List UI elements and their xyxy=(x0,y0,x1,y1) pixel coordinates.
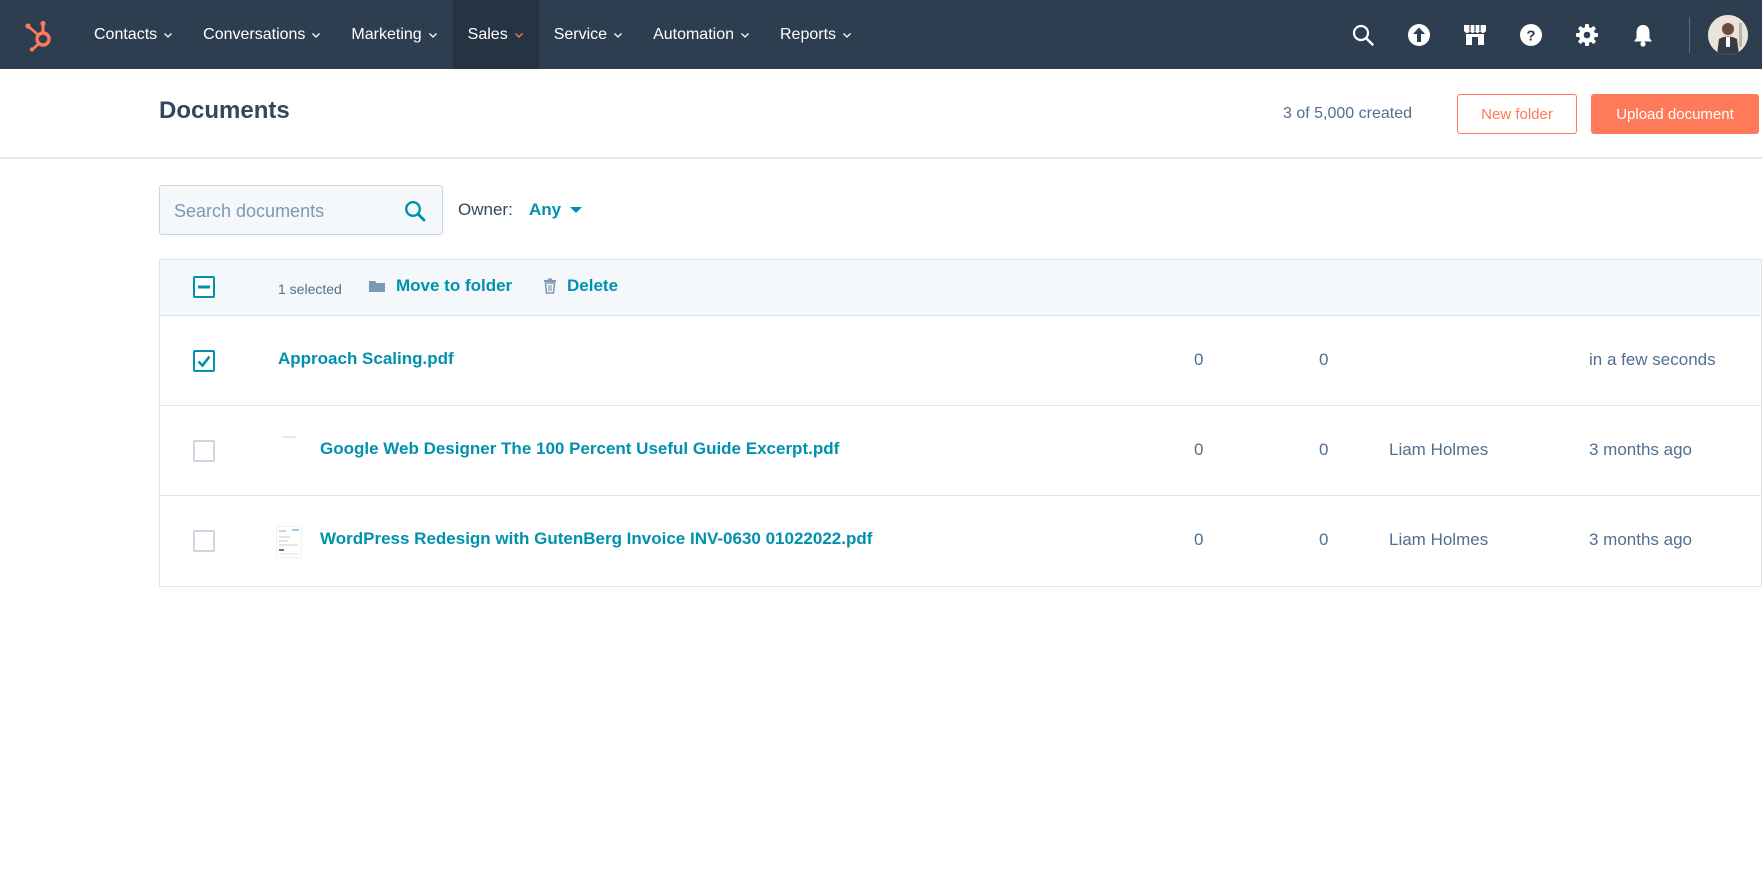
folder-icon xyxy=(369,281,385,292)
minus-icon xyxy=(198,285,210,289)
hubspot-logo-icon[interactable] xyxy=(22,18,56,52)
row-checkbox[interactable] xyxy=(193,350,215,372)
select-all-checkbox[interactable] xyxy=(193,276,215,298)
nav-item-conversations[interactable]: Conversations xyxy=(188,0,336,69)
document-updated: 3 months ago xyxy=(1589,440,1693,459)
chevron-down-icon xyxy=(741,32,749,38)
search-icon[interactable] xyxy=(1335,0,1391,69)
nav-item-automation[interactable]: Automation xyxy=(638,0,765,69)
document-stat-2: 0 xyxy=(1319,530,1329,549)
new-folder-button[interactable]: New folder xyxy=(1457,94,1577,134)
upload-document-button[interactable]: Upload document xyxy=(1591,94,1759,134)
caret-down-icon xyxy=(570,207,583,213)
search-input[interactable] xyxy=(172,196,396,226)
avatar[interactable] xyxy=(1708,14,1748,55)
created-count: 3 of 5,000 created xyxy=(1283,105,1412,122)
search-icon[interactable] xyxy=(404,200,426,222)
nav-item-label: Sales xyxy=(467,25,508,43)
document-owner: Liam Holmes xyxy=(1389,530,1489,549)
help-icon[interactable]: ? xyxy=(1503,0,1559,69)
nav-item-marketing[interactable]: Marketing xyxy=(336,0,452,69)
document-updated: in a few seconds xyxy=(1589,350,1716,369)
delete-button[interactable]: Delete xyxy=(543,276,618,296)
move-to-folder-label: Move to folder xyxy=(396,276,513,295)
checkmark-icon xyxy=(197,355,211,368)
trash-icon xyxy=(544,278,556,294)
owner-filter-label: Owner: xyxy=(458,200,513,219)
nav-item-sales[interactable]: Sales xyxy=(452,0,539,69)
chevron-down-icon xyxy=(312,32,321,38)
row-checkbox[interactable] xyxy=(193,530,215,552)
document-stat-2: 0 xyxy=(1319,350,1329,369)
main-menu: Contacts Conversations Marketing Sales S… xyxy=(79,0,867,69)
document-name-link[interactable]: Google Web Designer The 100 Percent Usef… xyxy=(320,439,839,459)
bulk-actions-bar: 1 selected Move to folder Delete xyxy=(160,260,1761,316)
marketplace-icon[interactable] xyxy=(1447,0,1503,69)
page-title: Documents xyxy=(159,97,290,124)
document-stat-1: 0 xyxy=(1194,440,1204,459)
chevron-down-icon xyxy=(428,32,437,38)
delete-label: Delete xyxy=(567,276,619,295)
nav-item-label: Contacts xyxy=(94,25,158,43)
table-row: WordPress Redesign with GutenBerg Invoic… xyxy=(160,496,1761,586)
document-stat-2: 0 xyxy=(1319,440,1329,459)
notifications-bell-icon[interactable] xyxy=(1615,0,1671,69)
nav-item-label: Reports xyxy=(780,25,837,43)
table-row: Approach Scaling.pdf 0 0 in a few second… xyxy=(160,316,1761,406)
move-to-folder-button[interactable]: Move to folder xyxy=(368,276,512,296)
search-box xyxy=(159,185,443,235)
upgrade-arrow-icon[interactable] xyxy=(1391,0,1447,69)
document-thumbnail xyxy=(276,436,302,468)
document-name-link[interactable]: WordPress Redesign with GutenBerg Invoic… xyxy=(320,529,872,549)
chevron-down-icon xyxy=(614,32,623,38)
document-stat-1: 0 xyxy=(1194,530,1204,549)
chevron-down-icon xyxy=(843,32,851,38)
nav-item-label: Marketing xyxy=(351,25,422,43)
document-updated: 3 months ago xyxy=(1589,530,1693,549)
table-row: Google Web Designer The 100 Percent Usef… xyxy=(160,406,1761,496)
selected-count: 1 selected xyxy=(278,281,342,297)
document-name-link[interactable]: Approach Scaling.pdf xyxy=(278,349,454,369)
owner-filter-value: Any xyxy=(529,200,562,219)
row-checkbox[interactable] xyxy=(193,440,215,462)
nav-item-service[interactable]: Service xyxy=(539,0,638,69)
nav-item-contacts[interactable]: Contacts xyxy=(79,0,188,69)
documents-table: 1 selected Move to folder Delete Approac… xyxy=(159,259,1762,587)
nav-item-label: Automation xyxy=(653,25,734,43)
nav-item-label: Service xyxy=(553,25,608,43)
chevron-down-icon xyxy=(164,32,173,38)
nav-utility-icons: ? xyxy=(1335,0,1762,69)
document-thumbnail xyxy=(276,526,302,558)
page-header: Documents 3 of 5,000 created New folder … xyxy=(0,69,1762,159)
document-owner: Liam Holmes xyxy=(1389,440,1489,459)
svg-text:?: ? xyxy=(1526,27,1535,44)
nav-divider xyxy=(1689,16,1690,53)
owner-filter-dropdown[interactable]: Any xyxy=(529,200,583,220)
nav-item-reports[interactable]: Reports xyxy=(765,0,867,69)
chevron-down-icon xyxy=(514,32,523,38)
document-stat-1: 0 xyxy=(1194,350,1204,369)
settings-icon[interactable] xyxy=(1559,0,1615,69)
nav-item-label: Conversations xyxy=(203,25,306,43)
top-navigation-bar: Contacts Conversations Marketing Sales S… xyxy=(0,0,1762,69)
